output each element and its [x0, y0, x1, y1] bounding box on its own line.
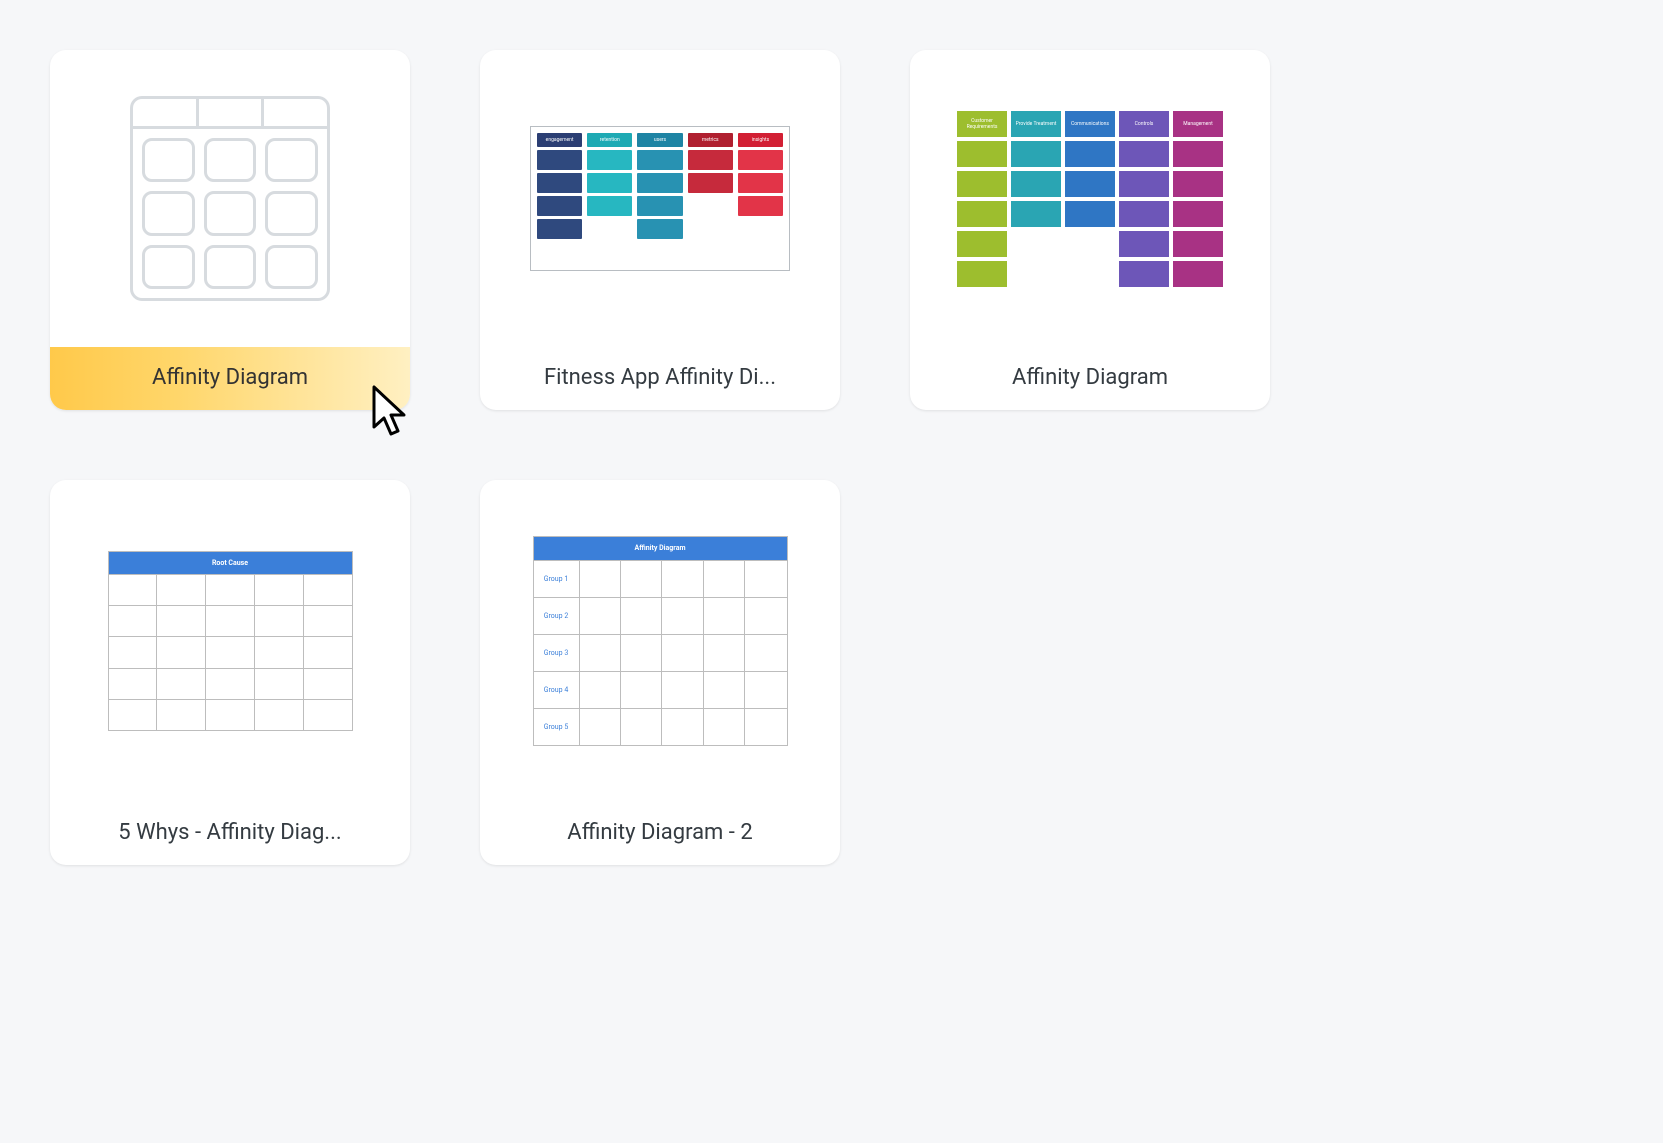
template-title: Affinity Diagram: [50, 347, 410, 410]
kanban-preview-icon: Customer RequirementsProvide TreatmentCo…: [955, 109, 1225, 289]
table-preview-icon: Root Cause: [108, 551, 353, 731]
template-thumb: Affinity DiagramGroup 1Group 2Group 3Gro…: [480, 480, 840, 802]
template-card-affinity-diagram[interactable]: Affinity Diagram: [50, 50, 410, 410]
template-title: 5 Whys - Affinity Diag...: [50, 802, 410, 865]
wireframe-icon: [130, 96, 330, 301]
template-card-affinity-diagram-3[interactable]: Affinity DiagramGroup 1Group 2Group 3Gro…: [480, 480, 840, 865]
template-card-affinity-diagram-2[interactable]: Customer RequirementsProvide TreatmentCo…: [910, 50, 1270, 410]
template-title: Fitness App Affinity Di...: [480, 347, 840, 410]
template-thumb: [50, 50, 410, 347]
template-card-fitness-app[interactable]: engagementretentionusersmetricsinsights …: [480, 50, 840, 410]
template-thumb: Root Cause: [50, 480, 410, 802]
template-card-5-whys[interactable]: Root Cause 5 Whys - Affinity Diag...: [50, 480, 410, 865]
template-grid: Affinity Diagram engagementretentionuser…: [50, 50, 1613, 865]
table-preview-icon: Affinity DiagramGroup 1Group 2Group 3Gro…: [533, 536, 788, 746]
template-thumb: Customer RequirementsProvide TreatmentCo…: [910, 50, 1270, 347]
kanban-preview-icon: engagementretentionusersmetricsinsights: [530, 126, 790, 271]
template-thumb: engagementretentionusersmetricsinsights: [480, 50, 840, 347]
template-title: Affinity Diagram: [910, 347, 1270, 410]
template-title: Affinity Diagram - 2: [480, 802, 840, 865]
